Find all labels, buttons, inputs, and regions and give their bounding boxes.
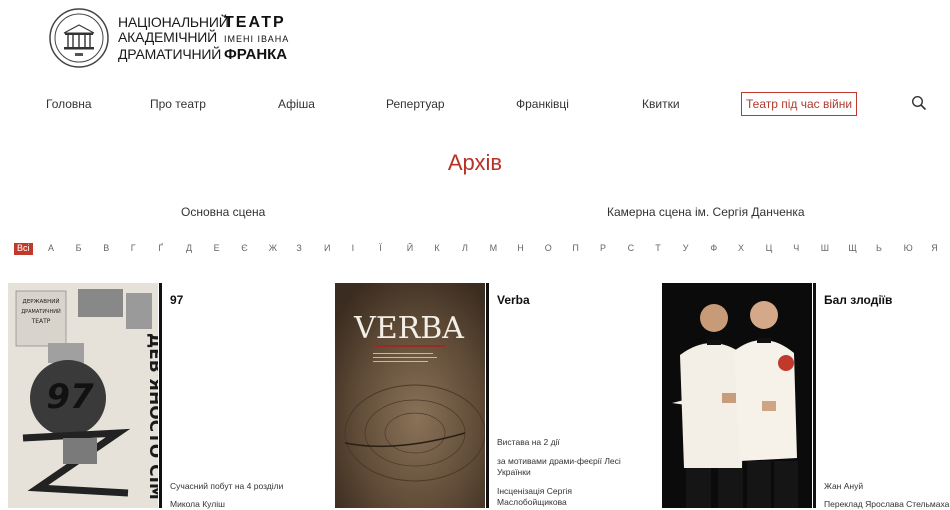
- poster-verba-title: VERBA: [353, 311, 464, 346]
- letter-filter[interactable]: С: [628, 243, 635, 253]
- tab-main-stage[interactable]: Основна сцена: [181, 205, 265, 219]
- letter-filter[interactable]: Г: [131, 243, 136, 253]
- letter-filter[interactable]: Х: [738, 243, 744, 253]
- letter-filter[interactable]: Н: [517, 243, 524, 253]
- poster-97-art: ДЕРЖАВНИЙ ДРАМАТИЧНИЙ ТЕАТР 97 ДЕВ'ЯНОСТ…: [8, 283, 158, 508]
- card-title[interactable]: Verba: [497, 293, 657, 307]
- card-genre: Вистава на 2 дії: [497, 437, 560, 447]
- letter-filter[interactable]: К: [434, 243, 439, 253]
- logo-line2-right: ІМЕНІ ІВАНА: [224, 34, 290, 44]
- logo-line3-right: ФРАНКА: [224, 46, 288, 63]
- logo-line1-left: НАЦІОНАЛЬНИЙ: [118, 14, 229, 30]
- letter-filter[interactable]: Ь: [876, 243, 882, 253]
- poster-97-line3: ТЕАТР: [31, 318, 51, 325]
- logo-line2-left: АКАДЕМІЧНИЙ: [118, 29, 218, 45]
- letter-filter[interactable]: О: [545, 243, 552, 253]
- letter-filter[interactable]: Ш: [821, 243, 829, 253]
- card-info: 97 Сучасний побут на 4 розділи Микола Ку…: [170, 283, 330, 509]
- poster-97-line1: ДЕРЖАВНИЙ: [23, 298, 60, 305]
- letter-filter[interactable]: Т: [655, 243, 661, 253]
- nav-item-home[interactable]: Головна: [46, 97, 92, 111]
- card-divider: [159, 283, 162, 508]
- search-icon[interactable]: [911, 95, 927, 111]
- letter-filter[interactable]: Д: [186, 243, 192, 253]
- letter-filter[interactable]: У: [683, 243, 689, 253]
- poster-bal-zlodiiv[interactable]: [662, 283, 812, 508]
- card-genre: Сучасний побут на 4 розділи: [170, 481, 284, 491]
- theatre-seal-icon: [49, 8, 109, 68]
- poster-verba[interactable]: VERBA: [335, 283, 485, 508]
- letter-all[interactable]: Всі: [14, 243, 33, 255]
- nav-item-repertoire[interactable]: Репертуар: [386, 97, 445, 111]
- card-translation: Переклад Ярослава Стельмаха: [824, 499, 950, 509]
- letter-filter[interactable]: В: [103, 243, 109, 253]
- logo-line3-left: ДРАМАТИЧНИЙ: [118, 46, 222, 62]
- letter-filter[interactable]: Ц: [766, 243, 773, 253]
- poster-verba-art: VERBA: [335, 283, 485, 508]
- card-adaptation: Інсценізація Сергія Маслобойщикова: [497, 486, 572, 507]
- letter-filter[interactable]: Ґ: [158, 243, 162, 253]
- tab-chamber-stage[interactable]: Камерна сцена ім. Сергія Данченка: [607, 205, 805, 219]
- nav-item-wartime[interactable]: Театр під час війни: [741, 92, 858, 116]
- letter-filter[interactable]: Ф: [710, 243, 717, 253]
- letter-filter[interactable]: Ж: [269, 243, 277, 253]
- nav-item-tickets[interactable]: Квитки: [642, 97, 680, 111]
- card-title[interactable]: Бал злодіїв: [824, 293, 950, 307]
- letter-filter[interactable]: Л: [462, 243, 468, 253]
- poster-bal-zlodiiv-art: [662, 283, 812, 508]
- card-author: Микола Куліш: [170, 499, 225, 509]
- poster-97-vertical-title: ДЕВ'ЯНОСТО СІМ: [145, 333, 158, 500]
- card-divider: [813, 283, 816, 508]
- letter-filter[interactable]: Я: [931, 243, 938, 253]
- letter-filter[interactable]: З: [296, 243, 301, 253]
- logo-wordmark: НАЦІОНАЛЬНИЙ ТЕАТР АКАДЕМІЧНИЙ ІМЕНІ ІВА…: [118, 14, 290, 63]
- page-title: Архів: [447, 150, 503, 175]
- theatre-logo[interactable]: НАЦІОНАЛЬНИЙ ТЕАТР АКАДЕМІЧНИЙ ІМЕНІ ІВА…: [48, 7, 308, 71]
- letter-filter[interactable]: Ч: [793, 243, 799, 253]
- letter-filter[interactable]: И: [324, 243, 330, 253]
- card-title[interactable]: 97: [170, 293, 330, 307]
- letter-filter[interactable]: Ю: [904, 243, 913, 253]
- poster-97-line2: ДРАМАТИЧНИЙ: [21, 308, 61, 315]
- letter-filter[interactable]: А: [48, 243, 54, 253]
- card-info: Verba Вистава на 2 дії за мотивами драми…: [497, 283, 657, 508]
- letter-filter[interactable]: Ї: [379, 243, 382, 253]
- letter-filter[interactable]: П: [572, 243, 578, 253]
- poster-97[interactable]: ДЕРЖАВНИЙ ДРАМАТИЧНИЙ ТЕАТР 97 ДЕВ'ЯНОСТ…: [8, 283, 158, 508]
- card-author: Жан Ануй: [824, 481, 864, 491]
- alphabet-filter: Всі А Б В Г Ґ Д Е Є Ж З И І Ї Й К Л М Н О П Р С Т У Ф Х Ц Ч Ш Щ Ь Ю Я: [14, 243, 950, 259]
- logo-line1-right: ТЕАТР: [224, 14, 286, 31]
- svg-text:97: 97: [46, 377, 94, 417]
- letter-filter[interactable]: Р: [600, 243, 606, 253]
- letter-filter[interactable]: Е: [214, 243, 220, 253]
- nav-item-playbill[interactable]: Афіша: [278, 97, 315, 111]
- card-source: за мотивами драми-феєрії Лесі Українки: [497, 456, 621, 477]
- letter-filter[interactable]: Б: [76, 243, 82, 253]
- letter-filter[interactable]: Щ: [848, 243, 856, 253]
- nav-item-troupe[interactable]: Франківці: [516, 97, 569, 111]
- main-nav: Головна Про театр Афіша Репертуар Франкі…: [0, 92, 950, 118]
- letter-filter[interactable]: Є: [241, 243, 247, 253]
- letter-filter[interactable]: І: [352, 243, 355, 253]
- card-info: Бал злодіїв Жан Ануй Переклад Ярослава С…: [824, 283, 950, 509]
- letter-filter[interactable]: Й: [407, 243, 413, 253]
- letter-filter[interactable]: М: [490, 243, 498, 253]
- nav-item-about[interactable]: Про театр: [150, 97, 206, 111]
- card-divider: [486, 283, 489, 508]
